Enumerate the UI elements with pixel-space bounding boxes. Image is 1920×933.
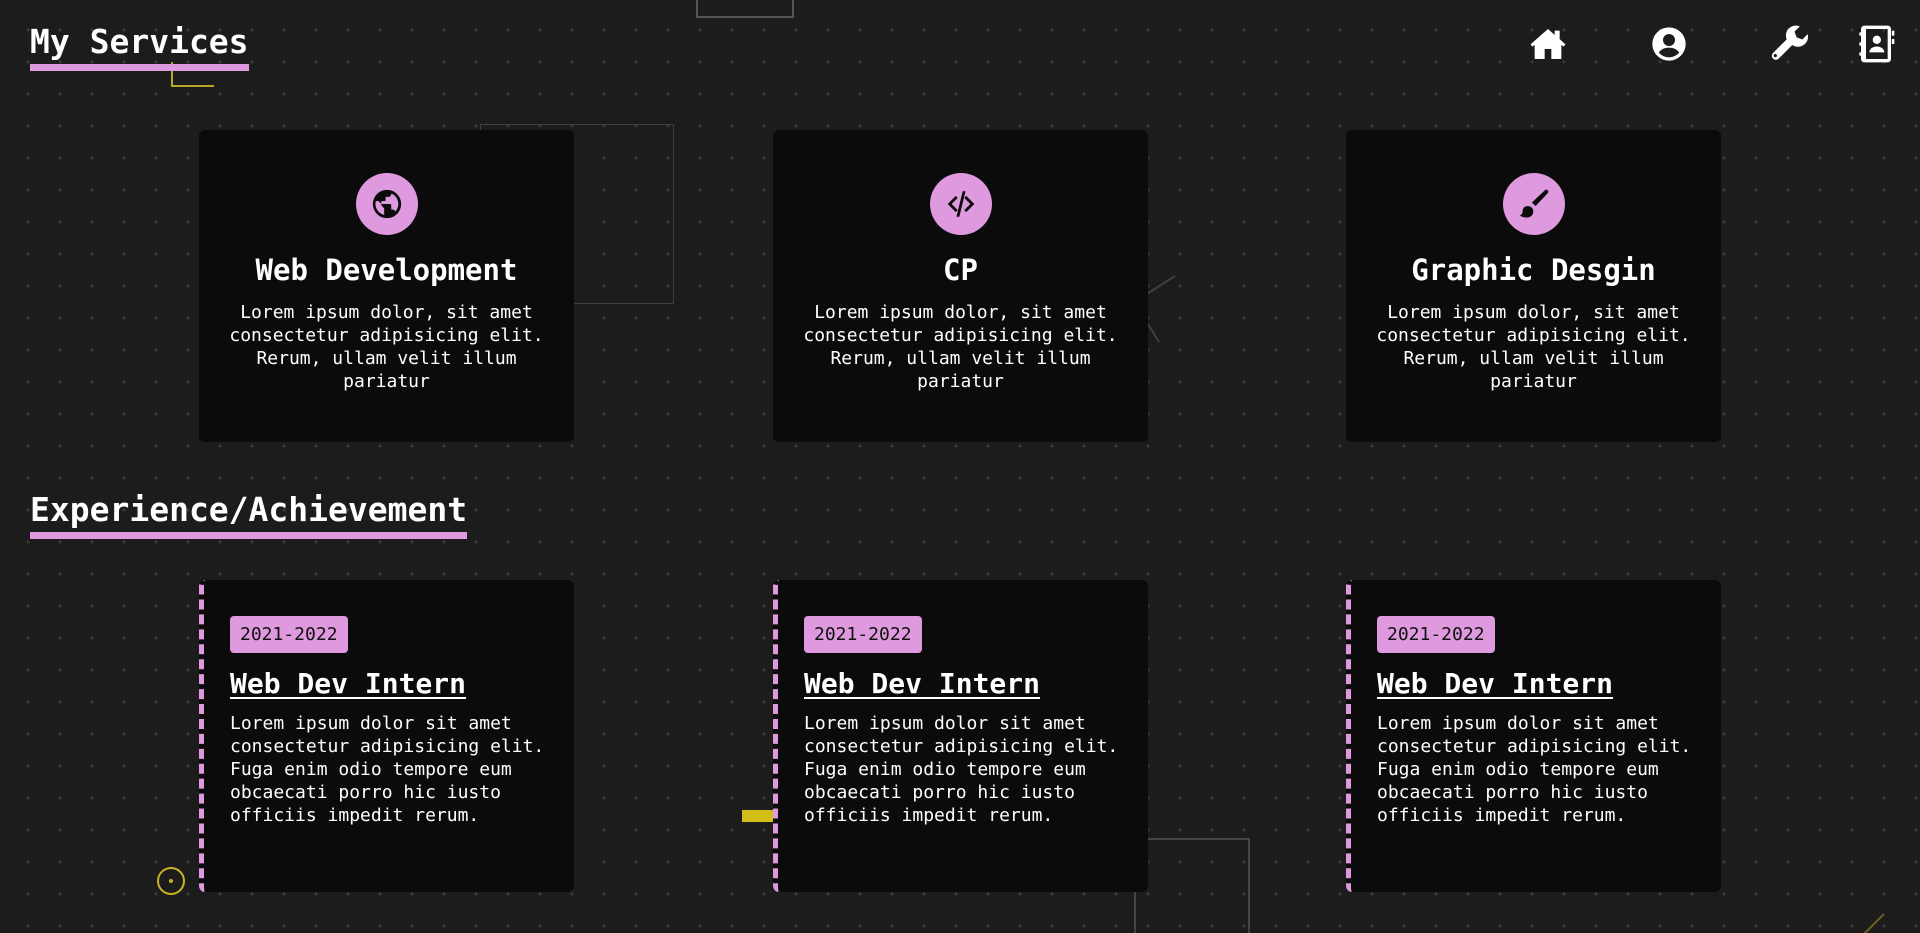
experience-description: Lorem ipsum dolor sit amet consectetur a… [230, 713, 545, 826]
nav-services[interactable] [1729, 20, 1850, 68]
nav-home[interactable] [1487, 20, 1608, 68]
experience-section-title: Experience/Achievement [30, 490, 468, 539]
code-icon [947, 191, 974, 217]
nav-profile[interactable] [1608, 20, 1729, 68]
service-card-graphic-design: Graphic Desgin Lorem ipsum dolor, sit am… [1346, 130, 1721, 442]
globe-icon [372, 189, 401, 219]
service-title: CP [943, 253, 978, 287]
service-icon-badge [1502, 173, 1565, 235]
decor-rect-bottom [1134, 838, 1250, 933]
service-icon-badge [355, 173, 418, 235]
service-icon-badge [929, 173, 992, 235]
date-badge: 2021-2022 [804, 616, 922, 653]
service-title: Web Development [255, 253, 518, 287]
decor-corner-arrow [1863, 913, 1885, 933]
date-badge: 2021-2022 [230, 616, 348, 653]
experience-description: Lorem ipsum dolor sit amet consectetur a… [1377, 713, 1692, 826]
date-badge: 2021-2022 [1377, 616, 1495, 653]
nav-contact[interactable] [1850, 20, 1902, 68]
experience-description: Lorem ipsum dolor sit amet consectetur a… [804, 713, 1119, 826]
user-icon [1651, 27, 1686, 61]
top-nav [1487, 20, 1902, 68]
paintbrush-icon [1519, 189, 1548, 218]
services-section-title: My Services [30, 22, 249, 71]
experience-title-link[interactable]: Web Dev Intern [1377, 667, 1697, 700]
service-card-web-development: Web Development Lorem ipsum dolor, sit a… [199, 130, 574, 442]
home-icon [1530, 29, 1565, 59]
service-title: Graphic Desgin [1411, 253, 1656, 287]
service-description: Lorem ipsum dolor, sit amet consectetur … [803, 302, 1118, 392]
experience-card: 2021-2022 Web Dev Intern Lorem ipsum dol… [199, 580, 574, 892]
decor-yellow-circle [157, 867, 185, 895]
experience-title-link[interactable]: Web Dev Intern [230, 667, 550, 700]
experience-title-link[interactable]: Web Dev Intern [804, 667, 1124, 700]
service-description: Lorem ipsum dolor, sit amet consectetur … [229, 302, 544, 392]
wrench-icon [1771, 25, 1808, 60]
experience-card: 2021-2022 Web Dev Intern Lorem ipsum dol… [1346, 580, 1721, 892]
decor-rect-top [696, 0, 794, 18]
service-card-cp: CP Lorem ipsum dolor, sit amet consectet… [773, 130, 1148, 442]
service-description: Lorem ipsum dolor, sit amet consectetur … [1376, 302, 1691, 392]
contact-book-icon [1859, 25, 1895, 63]
experience-card: 2021-2022 Web Dev Intern Lorem ipsum dol… [773, 580, 1148, 892]
